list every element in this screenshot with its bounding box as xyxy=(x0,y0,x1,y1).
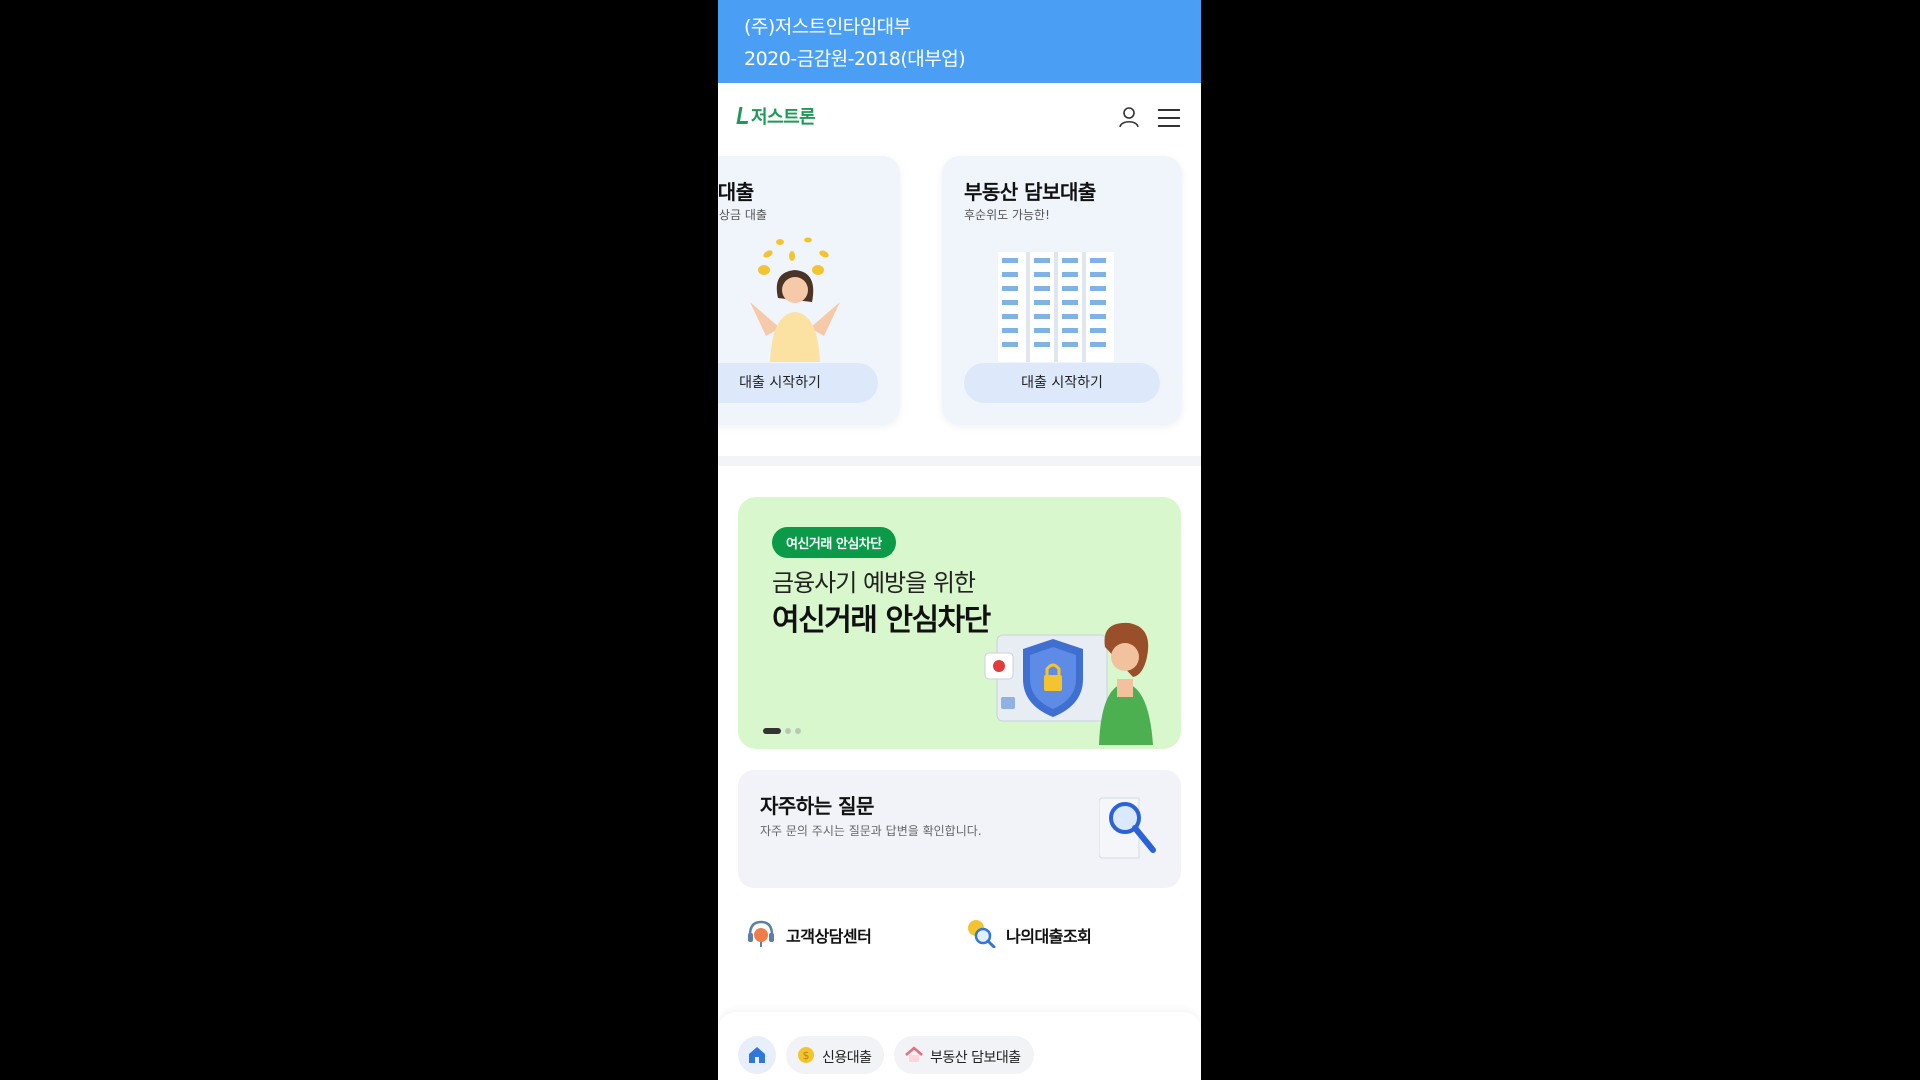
nav-credit-loan-label: 신용대출 xyxy=(822,1050,872,1066)
carousel-dot-3[interactable] xyxy=(795,728,801,734)
apartment-building-illustration xyxy=(998,252,1114,362)
security-shield-illustration xyxy=(984,622,1153,745)
search-coin-icon xyxy=(968,920,996,948)
my-loan-inquiry-link[interactable]: 나의대출조회 xyxy=(966,918,1166,948)
user-icon[interactable] xyxy=(1117,105,1141,129)
card-title: 부동산 담보대출 xyxy=(964,180,1096,204)
promo-banner[interactable]: 여신거래 안심차단 금융사기 예방을 위한 여신거래 안심차단 xyxy=(738,497,1181,749)
headset-icon xyxy=(748,920,774,947)
section-divider xyxy=(718,456,1201,466)
house-icon xyxy=(905,1046,923,1062)
coin-icon: $ xyxy=(798,1047,814,1063)
nav-real-estate-loan-label: 부동산 담보대출 xyxy=(930,1050,1021,1066)
mobile-viewport: (주)저스트인타임대부 2020-금감원-2018(대부업) 저스트론 신용대출… xyxy=(718,0,1201,1080)
my-loan-inquiry-label: 나의대출조회 xyxy=(1006,927,1092,946)
loan-card-real-estate[interactable]: 부동산 담보대출 후순위도 가능한! 대출 시작하기 xyxy=(942,156,1182,425)
customer-center-label: 고객상담센터 xyxy=(786,927,872,946)
magnifier-document-icon xyxy=(1099,797,1156,859)
nav-real-estate-loan[interactable]: 부동산 담보대출 xyxy=(894,1036,1034,1074)
woman-coins-illustration xyxy=(750,237,840,362)
faq-title: 자주하는 질문 xyxy=(760,794,874,818)
loan-card-credit[interactable]: 신용대출 편한 비상금 대출 대출 시작하기 xyxy=(718,156,900,425)
banner-title: 여신거래 안심차단 xyxy=(772,603,991,638)
card-subtitle: 편한 비상금 대출 xyxy=(718,208,767,222)
brand-logo[interactable]: 저스트론 xyxy=(736,103,816,129)
site-header: 저스트론 xyxy=(718,83,1201,153)
carousel-dot-1[interactable] xyxy=(763,728,781,734)
home-button[interactable] xyxy=(738,1036,776,1074)
faq-subtitle: 자주 문의 주시는 질문과 답변을 확인합니다. xyxy=(760,824,982,838)
company-name: (주)저스트인타임대부 xyxy=(744,16,911,38)
banner-subtitle: 금융사기 예방을 위한 xyxy=(772,569,976,597)
carousel-dot-2[interactable] xyxy=(785,728,791,734)
faq-card[interactable]: 자주하는 질문 자주 문의 주시는 질문과 답변을 확인합니다. xyxy=(738,770,1181,888)
bottom-navigation: $ 신용대출 부동산 담보대출 xyxy=(718,1012,1201,1080)
logo-mark-icon xyxy=(736,107,751,124)
card-subtitle: 후순위도 가능한! xyxy=(964,208,1050,222)
logo-text: 저스트론 xyxy=(751,107,816,128)
start-loan-button[interactable]: 대출 시작하기 xyxy=(718,363,878,403)
card-title: 신용대출 xyxy=(718,180,754,204)
registration-number: 2020-금감원-2018(대부업) xyxy=(744,48,966,70)
carousel-indicator[interactable] xyxy=(763,719,805,738)
banner-badge: 여신거래 안심차단 xyxy=(772,527,896,558)
company-info-bar: (주)저스트인타임대부 2020-금감원-2018(대부업) xyxy=(718,0,1201,83)
home-icon xyxy=(749,1047,765,1063)
nav-credit-loan[interactable]: $ 신용대출 xyxy=(786,1036,884,1074)
menu-icon[interactable] xyxy=(1157,107,1181,129)
start-loan-button[interactable]: 대출 시작하기 xyxy=(964,363,1160,403)
customer-center-link[interactable]: 고객상담센터 xyxy=(746,918,946,948)
svg-text:$: $ xyxy=(803,1049,810,1062)
